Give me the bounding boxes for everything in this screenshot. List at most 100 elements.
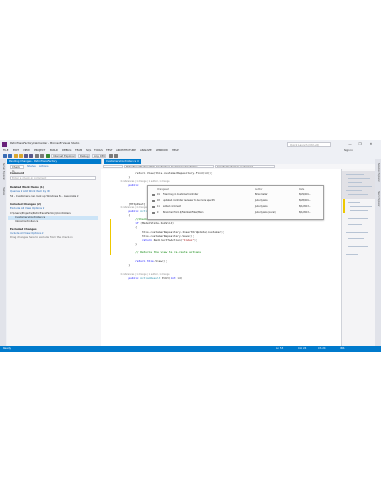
map-change-marker	[343, 199, 345, 213]
actions-link[interactable]: Actions	[39, 165, 48, 168]
scrollbar-map-mode[interactable]	[341, 169, 376, 346]
code-line: {	[115, 225, 137, 229]
changeset-row[interactable]: 18 updated controller reviewer to be mor…	[148, 199, 323, 203]
map-line	[348, 246, 368, 247]
map-line	[346, 190, 362, 191]
comment-icon[interactable]	[114, 154, 118, 158]
menu-help[interactable]: HELP	[172, 149, 179, 152]
menu-analyze[interactable]: ANALYZE	[140, 149, 152, 152]
check-in-button[interactable]: Check In	[10, 165, 24, 173]
sign-in-link[interactable]: Sign in	[344, 149, 353, 152]
changeset-id: 19	[157, 193, 160, 196]
menu-edit[interactable]: EDIT	[13, 149, 19, 152]
code-line: public	[115, 183, 139, 187]
quick-launch-input[interactable]: Quick Launch (Ctrl+Q)	[287, 141, 331, 147]
changeset-icon	[152, 199, 155, 203]
find-icon[interactable]	[109, 154, 113, 158]
status-char: Ch 24	[318, 347, 326, 350]
team-explorer-tab[interactable]: Team Explorer	[376, 191, 380, 207]
minimize-button[interactable]: —	[346, 141, 354, 147]
window-title: PetroTransFactoryCalcCenter - Microsoft …	[10, 142, 80, 145]
included-file-inbox[interactable]: InboxController.cs	[15, 220, 38, 223]
solution-explorer-tab[interactable]: Solution Explorer	[376, 163, 380, 182]
code-line: }	[115, 242, 137, 246]
left-tool-strip: Server Explorer Toolbox	[0, 159, 6, 346]
member-dropdown[interactable]: Create(Customer customer)	[215, 164, 275, 169]
map-line	[348, 218, 368, 219]
changeset-header: Changeset	[157, 188, 169, 191]
configuration-dropdown[interactable]: Debug	[78, 153, 90, 159]
project-dropdown[interactable]	[103, 164, 123, 169]
changeset-description: updated controller reviewer to be more s…	[163, 199, 216, 202]
map-line	[346, 254, 358, 255]
back-icon[interactable]	[3, 154, 7, 158]
related-work-items-actions[interactable]: Queries ▾ Add Work Item by ID	[10, 190, 50, 193]
excluded-changes-actions[interactable]: Include All View Options ▾	[10, 232, 43, 235]
pending-changes-panel: Pending Changes - PetroTransFactory Chec…	[7, 159, 102, 346]
changeset-author: Julia Ilyiana	[255, 199, 268, 202]
menu-test[interactable]: TEST	[106, 149, 112, 152]
menu-team[interactable]: TEAM	[75, 149, 82, 152]
server-explorer-tab[interactable]: Server Explorer	[1, 163, 5, 180]
map-line	[348, 194, 368, 195]
type-dropdown[interactable]: PetroTransFactory.Web.Controllers.Custom…	[124, 164, 214, 169]
editor-gutter	[101, 169, 113, 346]
changeset-row[interactable]: 9 Branched from $/FabrikamFiber/Main Jul…	[148, 211, 323, 215]
status-bar: Ready Ln 53 Col 24 Ch 24 INS	[0, 346, 381, 352]
menu-view[interactable]: VIEW	[23, 149, 30, 152]
menu-window[interactable]: WINDOW	[156, 149, 168, 152]
forward-icon[interactable]	[8, 154, 12, 158]
open-file-icon[interactable]	[19, 154, 23, 158]
related-work-item[interactable]: 52 - Customers can look up Windows 8... …	[10, 195, 78, 198]
menu-architecture[interactable]: ARCHITECTURE	[116, 149, 136, 152]
map-line	[348, 202, 360, 203]
menu-tools[interactable]: TOOLS	[94, 149, 103, 152]
toolbox-tab[interactable]: Toolbox	[1, 187, 5, 195]
menu-sql[interactable]: SQL	[86, 149, 91, 152]
code-line: public ActionResult Edit(int id)	[115, 276, 183, 280]
changeset-row[interactable]: 19 Fixed bug in CustomerController Brian…	[148, 193, 323, 197]
browser-dropdown[interactable]: Internet Explorer	[51, 153, 76, 159]
status-column: Col 24	[298, 347, 307, 350]
changeset-date: 8/1/2013...	[299, 211, 311, 214]
visual-studio-window: PetroTransFactoryCalcCenter - Microsoft …	[0, 140, 381, 352]
excluded-changes-hint: Drag changes here to exclude from the ch…	[10, 236, 73, 239]
maximize-button[interactable]: ❐	[356, 141, 364, 147]
changeset-row[interactable]: 11 added comment Julia Ilyiana 8/1/2013.…	[148, 205, 323, 209]
save-all-icon[interactable]	[29, 154, 33, 158]
included-changes-heading[interactable]: Included Changes (2)	[10, 203, 41, 206]
menu-file[interactable]: FILE	[3, 149, 8, 152]
change-marker	[110, 219, 111, 255]
included-file-customers[interactable]: CustomersController.cs	[15, 216, 45, 219]
code-line: }	[115, 175, 131, 179]
scroll-thumb[interactable]	[342, 171, 376, 199]
map-line	[348, 238, 364, 239]
menu-build[interactable]: BUILD	[50, 149, 58, 152]
redo-icon[interactable]	[40, 154, 44, 158]
close-button[interactable]: ✕	[367, 141, 375, 147]
save-icon[interactable]	[24, 154, 28, 158]
shelve-link[interactable]: Shelve	[27, 165, 36, 168]
included-changes-actions[interactable]: Exclude All View Options ▾	[10, 207, 44, 210]
new-project-icon[interactable]	[14, 154, 18, 158]
comment-input[interactable]: Enter a check-in comment	[10, 176, 96, 180]
author-header: Author	[255, 188, 263, 191]
codelens-changes-popup: Changeset Author Date 19 Fixed bug in Cu…	[147, 185, 324, 220]
undo-icon[interactable]	[35, 154, 39, 158]
menu-debug[interactable]: DEBUG	[62, 149, 71, 152]
code-line: }	[115, 263, 131, 267]
start-debug-icon[interactable]	[46, 154, 50, 158]
excluded-changes-heading[interactable]: Excluded Changes	[10, 228, 37, 231]
changeset-author: Julia Ilyiana (Local)	[255, 211, 276, 214]
map-line	[350, 210, 368, 211]
status-insert-mode: INS	[340, 347, 345, 350]
related-work-items-heading[interactable]: Related Work Items (1)	[10, 186, 44, 189]
changeset-description: Fixed bug in CustomerController	[163, 193, 199, 196]
changeset-icon	[152, 193, 155, 197]
menu-project[interactable]: PROJECT	[34, 149, 45, 152]
map-line	[346, 174, 364, 175]
changeset-date: 8/1/2013...	[299, 205, 311, 208]
platform-dropdown[interactable]: Any CPU	[92, 153, 106, 159]
status-ready: Ready	[3, 347, 12, 350]
map-line	[348, 182, 362, 183]
